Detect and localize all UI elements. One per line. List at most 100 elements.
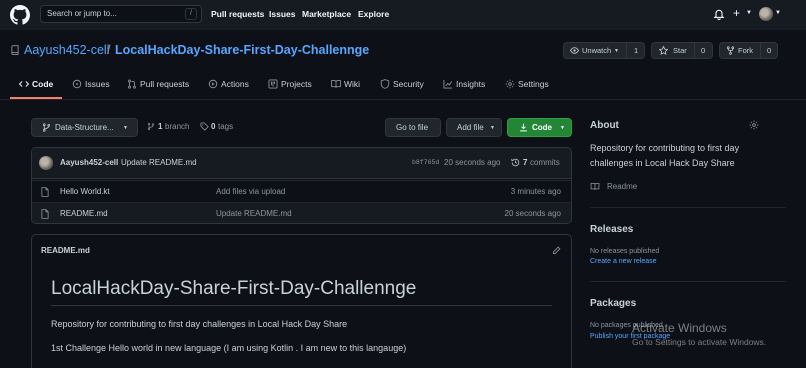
readme-title: LocalHackDay-Share-First-Day-Challennge bbox=[51, 278, 417, 299]
commit-author-link[interactable]: Aayush452-cell bbox=[60, 158, 118, 167]
branch-word: branch bbox=[165, 122, 190, 131]
branch-icon bbox=[42, 123, 51, 132]
search-input[interactable]: Search or jump to... / bbox=[40, 5, 202, 23]
repo-owner-link[interactable]: Aayush452-cell bbox=[24, 43, 109, 57]
search-placeholder: Search or jump to... bbox=[47, 9, 117, 18]
pull-request-icon bbox=[128, 79, 136, 89]
button-divider bbox=[626, 43, 627, 58]
chevron-down-icon: ▼ bbox=[490, 125, 495, 131]
unwatch-button[interactable]: Unwatch ▼ 1 bbox=[563, 42, 645, 59]
tab-label: Security bbox=[393, 79, 424, 89]
commit-message-link[interactable]: Update README.md bbox=[121, 158, 197, 167]
nav-explore[interactable]: Explore bbox=[358, 9, 389, 19]
book-icon bbox=[331, 80, 341, 88]
readme-paragraph: 1st Challenge Hello world in new languag… bbox=[51, 343, 407, 353]
issue-icon bbox=[72, 79, 82, 89]
about-title: About bbox=[590, 120, 619, 131]
user-avatar[interactable] bbox=[759, 7, 773, 21]
latest-commit-bar: Aayush452-cell Update README.md b8f765d … bbox=[32, 148, 571, 179]
commit-word[interactable]: commits bbox=[530, 158, 560, 167]
eye-icon bbox=[570, 47, 579, 54]
tab-label: Insights bbox=[456, 79, 486, 89]
readme-link[interactable]: Readme bbox=[607, 182, 637, 191]
book-icon bbox=[590, 183, 600, 190]
activate-windows-watermark: Activate Windows bbox=[632, 321, 727, 335]
readme-panel: README.md LocalHackDay-Share-First-Day-C… bbox=[31, 234, 572, 368]
branch-selector[interactable]: Data-Structure... ▼ bbox=[31, 118, 138, 137]
gear-icon bbox=[505, 79, 515, 89]
chevron-down-icon[interactable]: ▼ bbox=[746, 10, 752, 16]
shield-icon bbox=[380, 79, 390, 89]
create-new-icon[interactable]: + bbox=[733, 6, 740, 20]
add-file-label: Add file bbox=[457, 123, 484, 132]
repo-name-link[interactable]: LocalHackDay-Share-First-Day-Challennge bbox=[115, 43, 369, 57]
gear-icon[interactable] bbox=[749, 120, 759, 130]
commit-sha-link[interactable]: b8f765d bbox=[412, 159, 439, 166]
project-icon bbox=[268, 79, 278, 89]
unwatch-label: Unwatch bbox=[582, 46, 612, 55]
active-tab-indicator bbox=[10, 97, 62, 99]
nav-marketplace[interactable]: Marketplace bbox=[302, 9, 351, 19]
nav-pull-requests[interactable]: Pull requests bbox=[211, 9, 264, 19]
go-to-file-button[interactable]: Go to file bbox=[385, 118, 441, 137]
download-icon bbox=[520, 123, 527, 132]
commit-count[interactable]: 7 bbox=[523, 158, 527, 167]
code-button-label: Code bbox=[532, 123, 552, 132]
repo-icon bbox=[11, 45, 19, 55]
star-label: Star bbox=[673, 46, 687, 55]
tab-label: Projects bbox=[281, 79, 312, 89]
go-to-file-label: Go to file bbox=[396, 123, 429, 132]
file-time: 3 minutes ago bbox=[510, 187, 561, 196]
fork-button[interactable]: Fork 0 bbox=[719, 42, 778, 59]
branch-icon bbox=[147, 122, 155, 131]
nav-issues[interactable]: Issues bbox=[269, 9, 295, 19]
tab-label: Pull requests bbox=[140, 79, 190, 89]
code-download-button[interactable]: Code ▼ bbox=[507, 118, 572, 137]
branch-count: 1 bbox=[158, 122, 163, 131]
tab-label: Wiki bbox=[344, 79, 361, 89]
avatar[interactable] bbox=[39, 156, 53, 170]
notification-bell-icon[interactable] bbox=[713, 8, 725, 20]
file-commit-message[interactable]: Add files via upload bbox=[216, 187, 285, 196]
releases-title: Releases bbox=[590, 224, 634, 235]
play-icon bbox=[208, 79, 218, 89]
tag-count: 0 bbox=[211, 122, 216, 131]
pencil-icon[interactable] bbox=[552, 246, 561, 255]
button-divider bbox=[694, 43, 695, 58]
tab-label: Issues bbox=[85, 79, 110, 89]
releases-empty-text: No releases published bbox=[590, 248, 660, 255]
fork-label: Fork bbox=[738, 46, 753, 55]
chevron-down-icon: ▼ bbox=[123, 125, 128, 131]
fork-count: 0 bbox=[767, 46, 772, 55]
chevron-down-icon[interactable]: ▼ bbox=[775, 10, 781, 16]
file-name-link[interactable]: Hello World.kt bbox=[60, 187, 110, 196]
packages-title: Packages bbox=[590, 298, 637, 309]
tab-label: Code bbox=[32, 79, 54, 89]
table-row[interactable]: Hello World.kt Add files via upload 3 mi… bbox=[32, 180, 571, 202]
file-commit-message[interactable]: Update README.md bbox=[216, 209, 292, 218]
file-icon bbox=[41, 187, 49, 197]
about-description-line: challenges in Local Hack Day Share bbox=[590, 158, 735, 168]
repo-separator: / bbox=[107, 43, 111, 57]
add-file-button[interactable]: Add file ▼ bbox=[446, 118, 502, 137]
divider bbox=[590, 207, 786, 208]
repo-header bbox=[0, 30, 806, 100]
table-row[interactable]: README.md Update README.md 20 seconds ag… bbox=[32, 202, 571, 223]
readme-header: README.md bbox=[41, 246, 90, 255]
file-list: Aayush452-cell Update README.md b8f765d … bbox=[31, 147, 572, 224]
about-description-line: Repository for contributing to first day bbox=[590, 143, 740, 153]
file-name-link[interactable]: README.md bbox=[60, 209, 108, 218]
github-logo-icon[interactable] bbox=[10, 5, 30, 25]
file-icon bbox=[41, 209, 49, 219]
divider bbox=[51, 305, 552, 306]
file-time: 20 seconds ago bbox=[504, 209, 562, 218]
star-icon bbox=[659, 46, 668, 55]
create-release-link[interactable]: Create a new release bbox=[590, 258, 657, 265]
code-icon bbox=[19, 81, 29, 87]
star-button[interactable]: Star 0 bbox=[651, 42, 713, 59]
search-shortcut-key: / bbox=[185, 8, 197, 20]
watch-count: 1 bbox=[634, 46, 639, 55]
commit-time: 20 seconds ago bbox=[444, 158, 501, 167]
tab-label: Settings bbox=[518, 79, 549, 89]
tab-label: Actions bbox=[221, 79, 249, 89]
